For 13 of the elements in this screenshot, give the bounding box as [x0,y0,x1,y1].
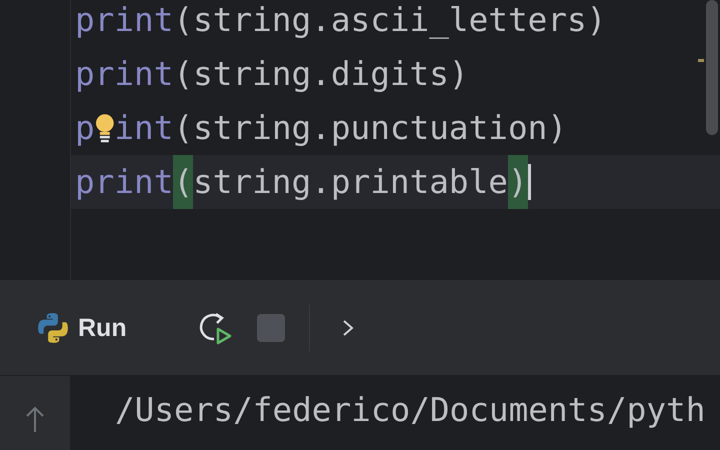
panel-title[interactable]: Run [78,314,127,342]
scrollbar[interactable] [706,0,718,135]
warning-marker [698,59,704,62]
code-line: print(string.ascii_letters) [75,0,606,41]
text-caret [528,164,531,200]
code-line: int(string.punctuation) [114,108,568,149]
console-output-line: /Users/federico/Documents/pyth [115,390,706,431]
arrow-up-icon[interactable] [25,406,45,434]
lightbulb-icon[interactable] [94,113,114,143]
code-line: print(string.digits) [75,54,469,95]
python-logo-icon [36,311,70,345]
code-line: print(string.printable) [75,155,528,209]
code-line: p [75,108,95,149]
